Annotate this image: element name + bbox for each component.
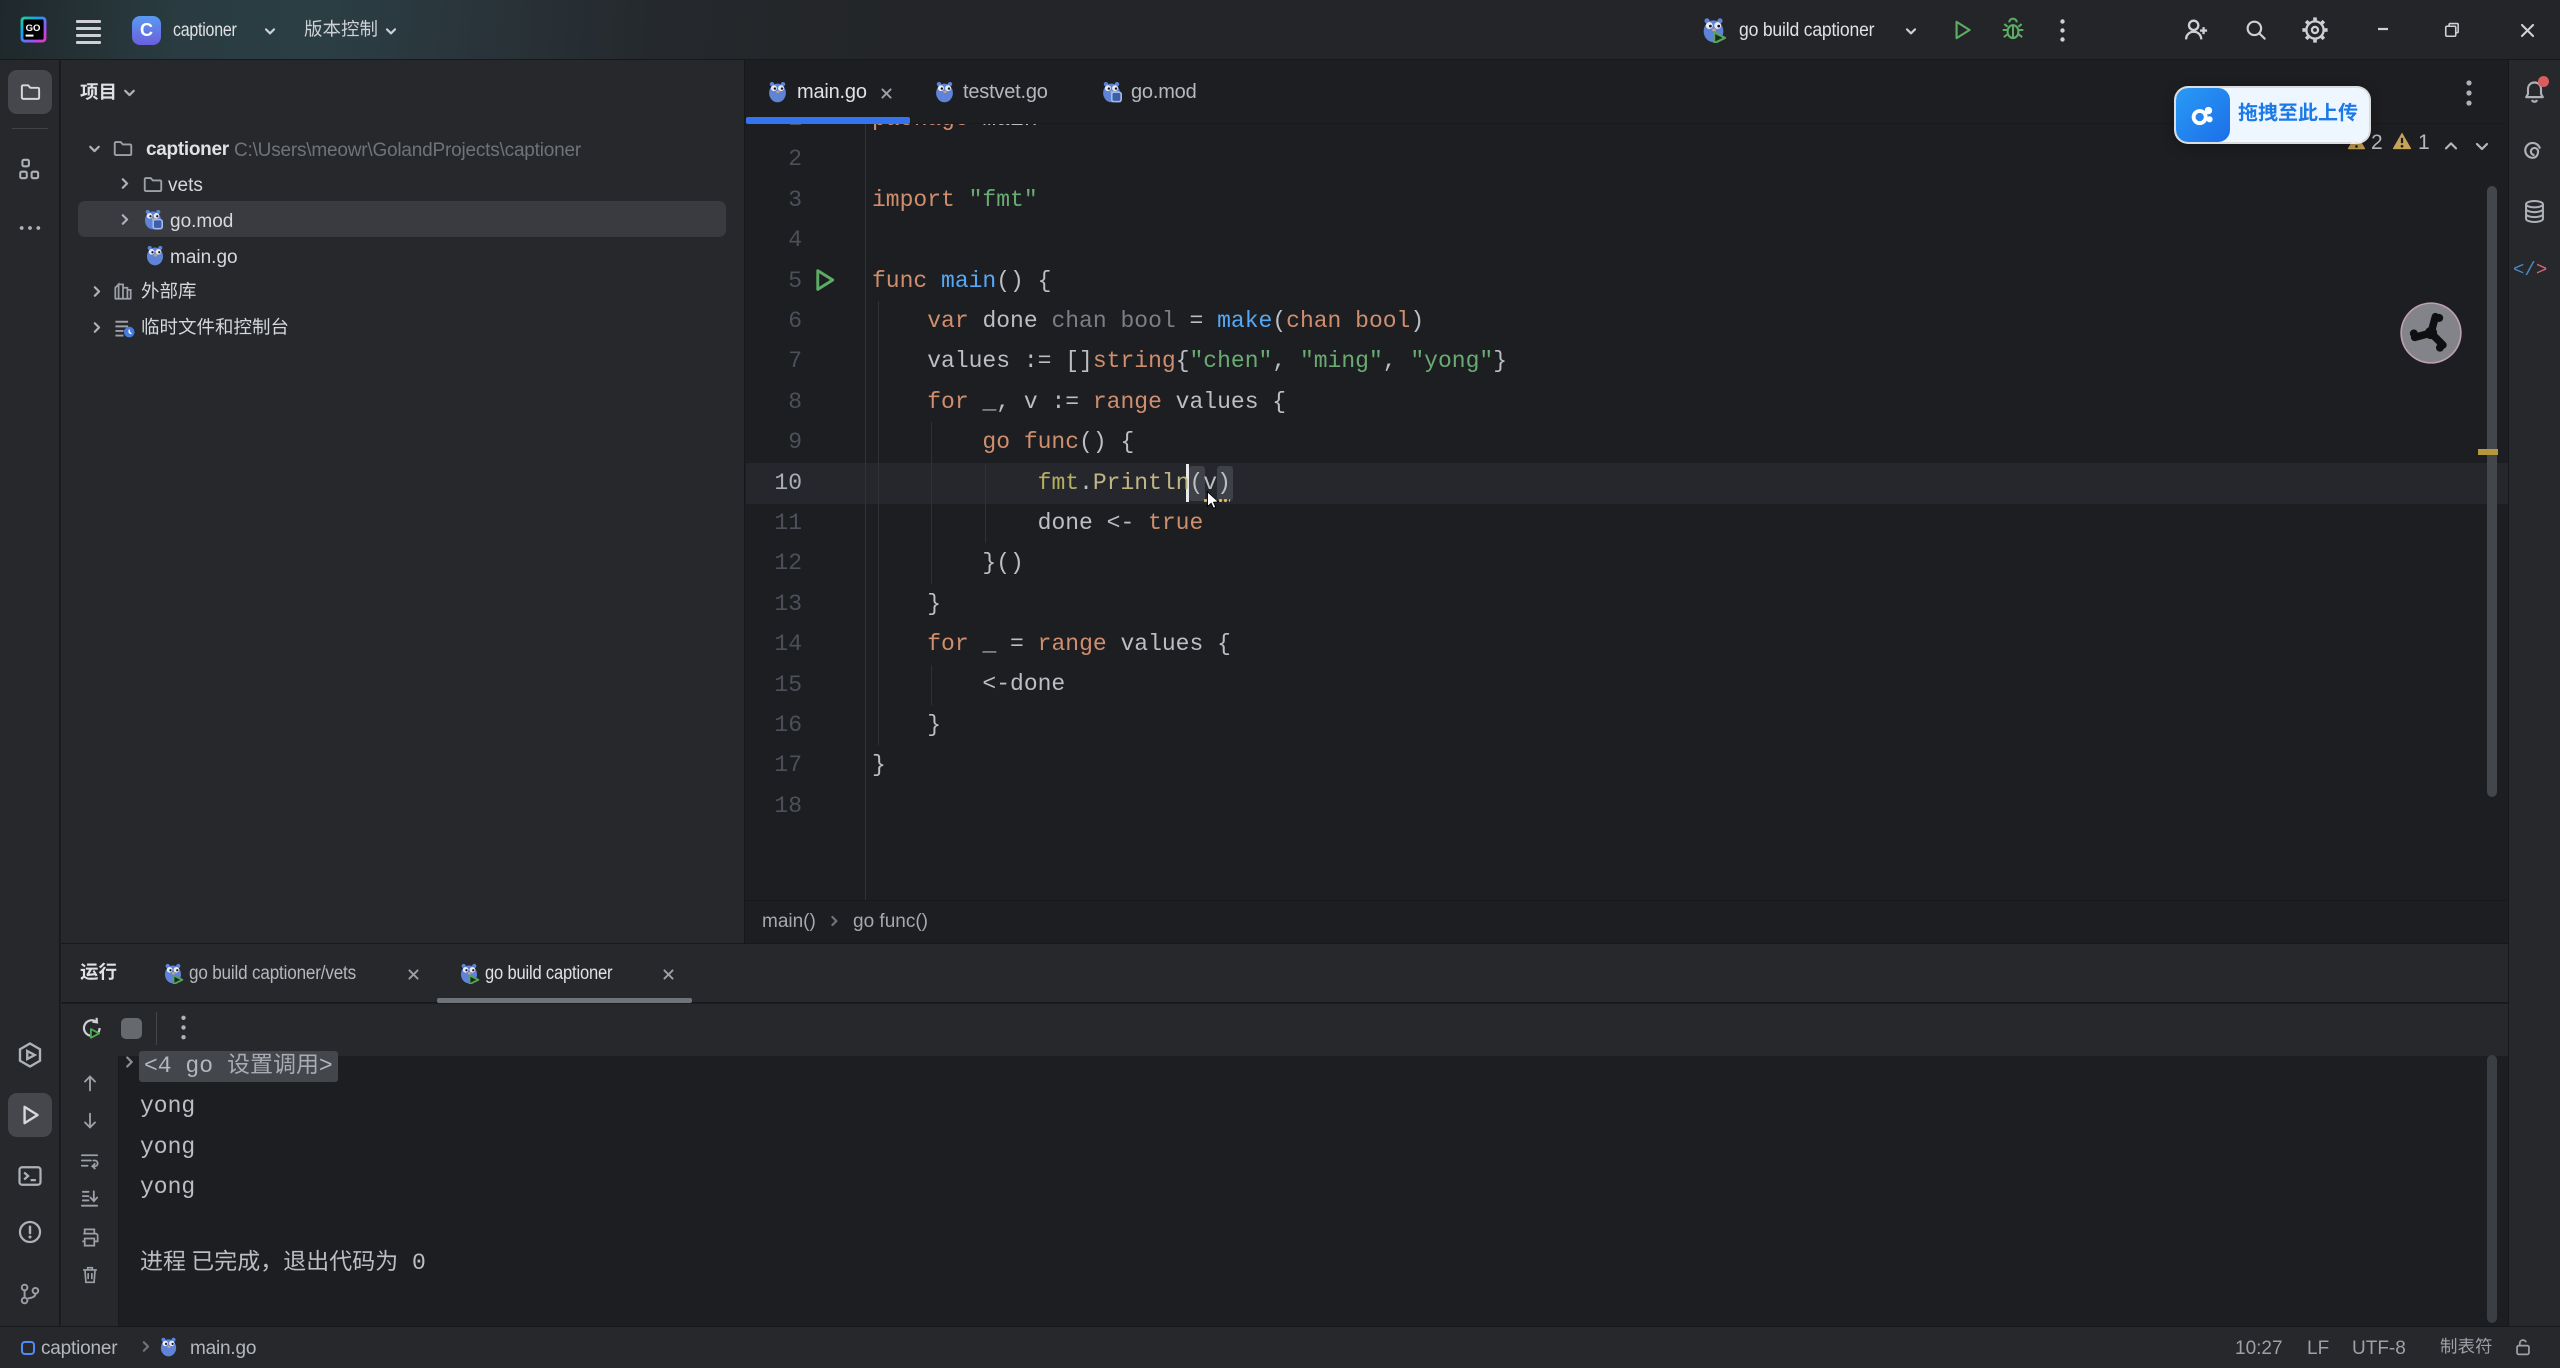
svg-text:GO: GO — [26, 23, 41, 34]
